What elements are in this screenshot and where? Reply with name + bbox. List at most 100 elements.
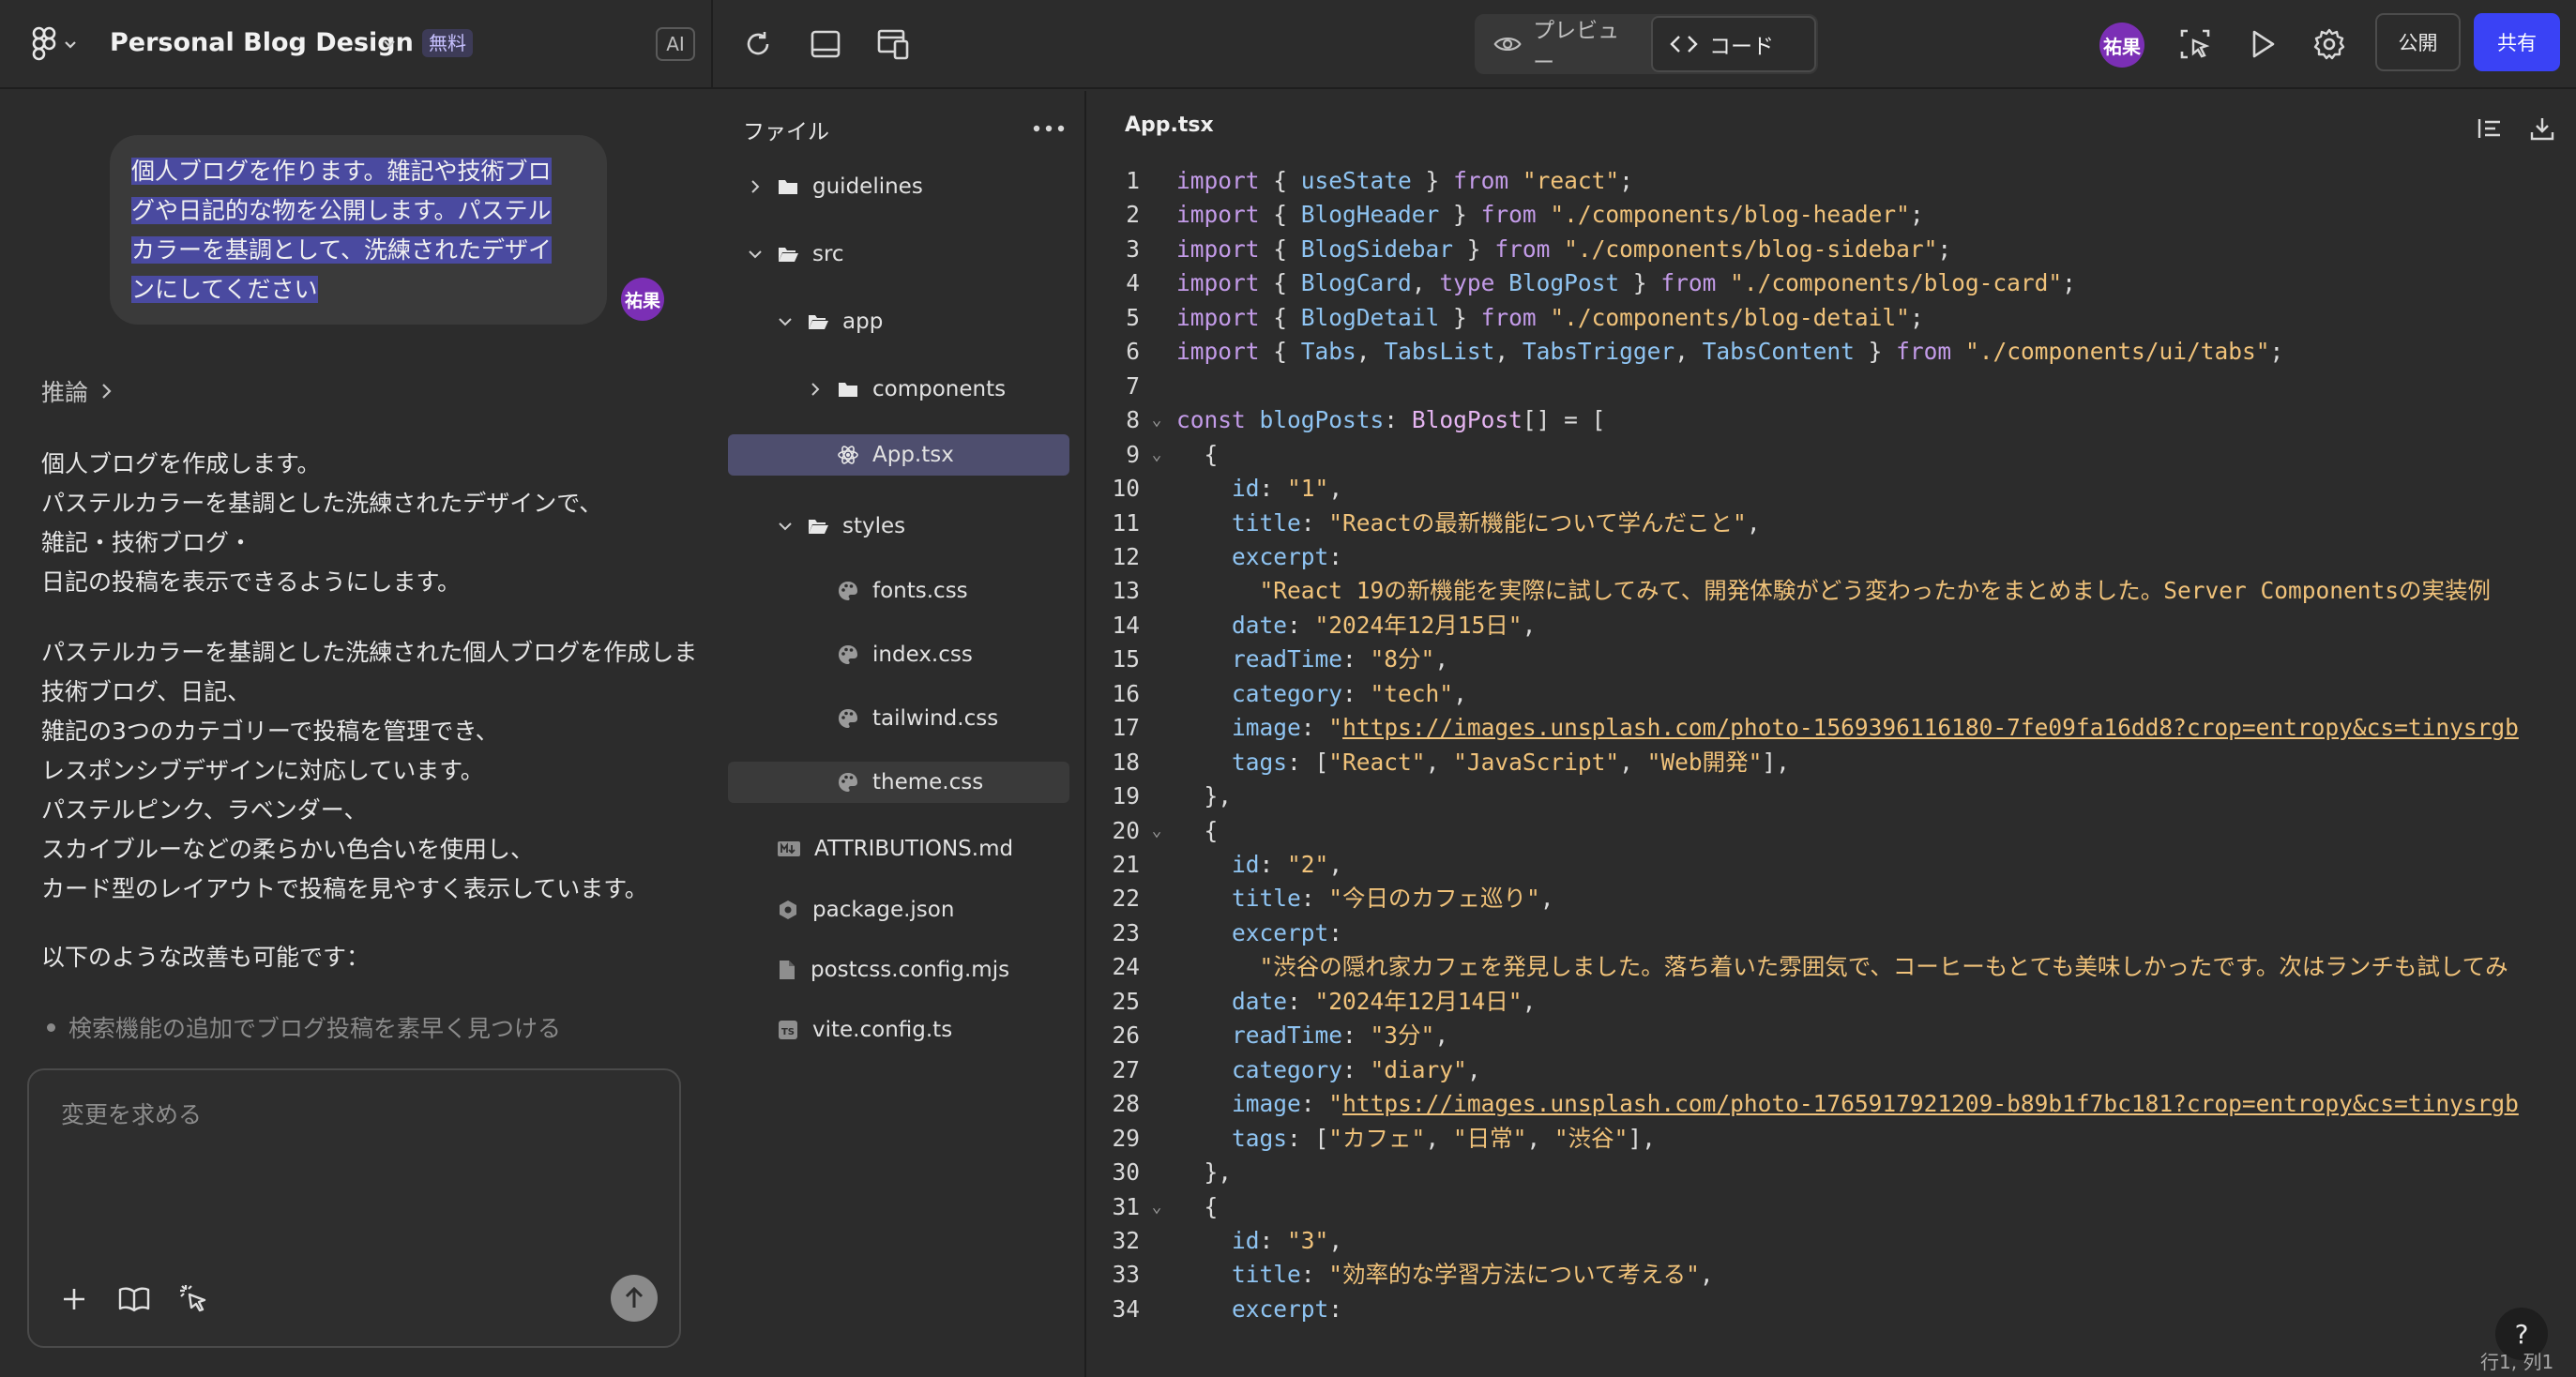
code-token: id [1232, 1226, 1260, 1254]
file-tree-item[interactable]: index.css [728, 634, 1069, 675]
code-token: , [1466, 1055, 1481, 1083]
code-token: : [1342, 645, 1371, 673]
code-line: 21 id: "2", [1088, 848, 2576, 882]
fold-chevron-icon[interactable]: ⌄ [1146, 1190, 1167, 1224]
file-tree-item[interactable]: tailwind.css [728, 698, 1069, 739]
file-explorer-more-button[interactable] [1030, 110, 1068, 147]
chat-input-box[interactable]: 変更を求める [27, 1068, 681, 1348]
devices-icon [877, 29, 909, 60]
file-tree-item[interactable]: guidelines [728, 166, 1069, 207]
code-token: readTime [1232, 1021, 1343, 1050]
project-title[interactable]: Personal Blog Design [110, 24, 414, 62]
file-tree-item[interactable]: fonts.css [728, 570, 1069, 612]
code-token: TabsList [1384, 338, 1495, 366]
code-line: 29 tags: ["カフェ", "日常", "渋谷"], [1088, 1122, 2576, 1156]
chevron-down-icon [384, 40, 395, 48]
file-tree-item[interactable]: styles [728, 506, 1069, 547]
code-token: "2" [1287, 851, 1329, 878]
code-token: title [1232, 885, 1301, 913]
file-tree-item[interactable]: package.json [728, 889, 1069, 931]
fold-chevron-icon[interactable]: ⌄ [1146, 403, 1167, 437]
point-and-edit-button[interactable] [174, 1279, 215, 1320]
file-tree-label: postcss.config.mjs [811, 958, 1010, 982]
code-token: "JavaScript" [1453, 748, 1620, 776]
refresh-button[interactable] [732, 18, 784, 70]
inspect-button[interactable] [2169, 18, 2221, 70]
line-number: 25 [1112, 987, 1140, 1015]
share-button[interactable]: 共有 [2474, 13, 2560, 71]
settings-button[interactable] [2303, 18, 2356, 70]
editor-file-tab[interactable]: App.tsx [1125, 113, 1214, 137]
layout-toggle-button[interactable] [799, 18, 852, 70]
code-text: image: "https://images.unsplash.com/phot… [1176, 1087, 2519, 1121]
fold-chevron-icon[interactable]: ⌄ [1146, 814, 1167, 848]
figma-menu-button[interactable] [26, 24, 83, 66]
library-button[interactable] [114, 1279, 155, 1320]
chevron-down-icon [777, 313, 794, 330]
code-line: 19 }, [1088, 779, 2576, 813]
preview-tab[interactable]: プレビュー [1477, 16, 1645, 75]
publish-button[interactable]: 公開 [2375, 13, 2461, 71]
file-tree-item[interactable]: TS vite.config.ts [728, 1009, 1069, 1051]
line-number: 22 [1112, 885, 1140, 913]
code-line: 27 category: "diary", [1088, 1053, 2576, 1087]
figma-logo-icon [32, 26, 56, 61]
line-number: 8 [1126, 406, 1140, 434]
code-tab[interactable]: コード [1651, 16, 1816, 72]
file-tree-item[interactable]: postcss.config.mjs [728, 949, 1069, 991]
file-tree-item[interactable]: App.tsx [728, 434, 1069, 476]
code-token: excerpt [1232, 918, 1329, 946]
code-token: "Reactの最新機能について学んだこと" [1328, 508, 1747, 537]
code-line: 24 "渋谷の隠れ家カフェを発見しました。落ち着いた雰囲気で、コーヒーもとても美… [1088, 950, 2576, 984]
file-tree-item[interactable]: theme.css [728, 762, 1069, 803]
user-message-text[interactable]: 個人ブログを作ります。雑記や技術ブロ グや日記的な物を公開します。パステル カラ… [131, 152, 572, 310]
file-tree-item[interactable]: ATTRIBUTIONS.md [728, 828, 1069, 870]
fold-chevron-icon[interactable]: ⌄ [1146, 438, 1167, 472]
code-token: { [1176, 440, 1219, 468]
download-button[interactable] [2523, 110, 2561, 147]
ai-toggle-button[interactable]: AI [656, 27, 695, 61]
code-line: 6 import { Tabs, TabsList, TabsTrigger, T… [1088, 335, 2576, 369]
file-tree-label: vite.config.ts [812, 1018, 953, 1042]
code-text: import { Tabs, TabsList, TabsTrigger, Ta… [1176, 335, 2283, 369]
reply-line: スカイブルーなどの柔らかい色合いを使用し、 [41, 836, 535, 863]
code-line: 18 tags: ["React", "JavaScript", "Web開発"… [1088, 746, 2576, 779]
user-avatar[interactable]: 祐果 [2099, 23, 2144, 68]
chevron-right-icon [807, 381, 824, 398]
code-line: 8 ⌄ const blogPosts: BlogPost[] = [ [1088, 403, 2576, 437]
code-token: "今日のカフェ巡り" [1328, 885, 1540, 913]
code-token: blogPosts [1259, 406, 1385, 434]
send-button[interactable] [611, 1275, 658, 1322]
code-line: 26 readTime: "3分", [1088, 1019, 2576, 1052]
code-token: : [1300, 1090, 1329, 1118]
code-text: id: "3", [1176, 1224, 1342, 1258]
code-token: date [1232, 611, 1288, 639]
format-button[interactable] [2471, 110, 2508, 147]
code-token: from [1660, 269, 1717, 297]
file-tree-item[interactable]: src [728, 234, 1069, 275]
file-tree-item[interactable]: components [728, 369, 1069, 410]
add-attachment-button[interactable] [53, 1279, 95, 1320]
code-token: } [1619, 269, 1661, 297]
code-text: "React 19の新機能を実際に試してみて、開発体験がどう変わったかをまとめま… [1176, 574, 2492, 608]
project-menu-chevron[interactable] [375, 28, 403, 60]
select-cursor-icon [2180, 29, 2210, 59]
code-token: : [1287, 611, 1315, 639]
chevron-right-icon [102, 384, 112, 399]
reasoning-toggle[interactable]: 推論 [41, 374, 113, 408]
reasoning-label: 推論 [41, 379, 89, 406]
responsive-view-button[interactable] [867, 18, 919, 70]
file-tree-item[interactable]: app [728, 301, 1069, 342]
run-button[interactable] [2236, 18, 2289, 70]
code-line: 32 id: "3", [1088, 1224, 2576, 1258]
line-number: 20 [1112, 816, 1140, 844]
code-area[interactable]: 1 import { useState } from "react"; 2 impor… [1088, 164, 2576, 1337]
